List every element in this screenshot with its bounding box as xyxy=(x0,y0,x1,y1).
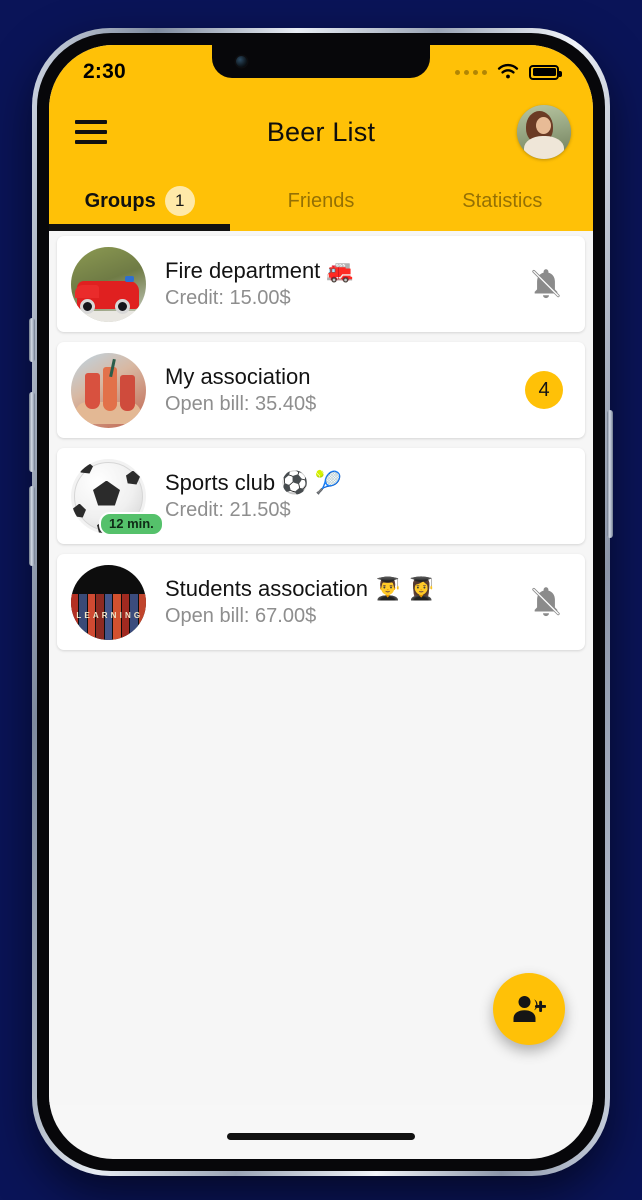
group-name: Sports club ⚽ 🎾 xyxy=(165,470,343,496)
tab-active-indicator xyxy=(49,224,231,231)
group-avatar-my-association xyxy=(71,352,146,428)
notch-left-ear xyxy=(194,45,210,61)
last-activity-badge: 12 min. xyxy=(99,511,164,536)
bell-off-icon[interactable] xyxy=(529,585,563,619)
status-bar-indicators xyxy=(455,63,562,81)
tab-statistics[interactable]: Statistics xyxy=(412,171,593,231)
tab-groups-badge: 1 xyxy=(164,186,195,216)
display-notch xyxy=(212,45,430,78)
group-subtitle: Credit: 15.00$ xyxy=(165,286,291,309)
notch-right-ear xyxy=(432,45,448,61)
list-item[interactable]: 12 min. Sports club ⚽ 🎾 Credit: 21.50$ xyxy=(57,448,585,544)
group-text: Fire department 🚒 Credit: 15.00$ xyxy=(165,258,529,310)
signal-dots-icon xyxy=(455,69,487,75)
group-avatar-sports-club: 12 min. xyxy=(71,458,164,536)
unread-count-badge: 4 xyxy=(525,371,563,409)
status-bar-clock: 2:30 xyxy=(83,60,126,83)
books-letters: LEARNING xyxy=(76,610,141,620)
tab-friends[interactable]: Friends xyxy=(230,171,411,231)
power-button[interactable] xyxy=(607,410,613,538)
page-title: Beer List xyxy=(266,116,376,147)
list-item[interactable]: My association Open bill: 35.40$ 4 xyxy=(57,342,585,438)
hamburger-menu-icon[interactable] xyxy=(71,111,113,153)
tab-groups[interactable]: Groups 1 xyxy=(49,171,231,231)
group-text: Students association 👨‍🎓 👩‍🎓 Open bill: … xyxy=(165,576,529,628)
list-item[interactable]: Fire department 🚒 Credit: 15.00$ xyxy=(57,236,585,332)
tab-friends-label: Friends xyxy=(287,189,355,212)
home-indicator[interactable] xyxy=(227,1133,415,1140)
phone-screen: 2:30 Beer List Groups 1 Friends Statisti… xyxy=(49,45,593,1159)
tab-bar: Groups 1 Friends Statistics xyxy=(49,171,593,231)
group-text: My association Open bill: 35.40$ xyxy=(165,364,525,416)
add-group-fab[interactable] xyxy=(493,973,565,1045)
tab-statistics-label: Statistics xyxy=(462,189,543,212)
wifi-icon xyxy=(497,63,519,79)
volume-down-button[interactable] xyxy=(29,486,35,566)
bell-off-icon[interactable] xyxy=(529,267,563,301)
group-list[interactable]: Fire department 🚒 Credit: 15.00$ My asso… xyxy=(49,231,593,1105)
group-subtitle: Open bill: 35.40$ xyxy=(165,392,317,415)
group-name: My association xyxy=(165,364,311,390)
add-person-icon xyxy=(513,996,546,1022)
scene: 2:30 Beer List Groups 1 Friends Statisti… xyxy=(0,0,642,1200)
front-camera-icon xyxy=(236,56,247,67)
group-subtitle: Open bill: 67.00$ xyxy=(165,604,317,627)
group-subtitle: Credit: 21.50$ xyxy=(165,498,291,521)
list-item[interactable]: LEARNING Students association 👨‍🎓 👩‍🎓 Op… xyxy=(57,554,585,650)
group-text: Sports club ⚽ 🎾 Credit: 21.50$ xyxy=(165,470,563,522)
battery-full-icon xyxy=(529,64,562,80)
group-name: Students association 👨‍🎓 👩‍🎓 xyxy=(165,576,436,602)
status-bar: 2:30 xyxy=(49,45,593,93)
app-bar: Beer List xyxy=(49,93,593,171)
group-avatar-fire-department xyxy=(71,246,146,322)
group-name: Fire department 🚒 xyxy=(165,258,354,284)
tab-groups-label: Groups xyxy=(84,189,156,212)
volume-up-button[interactable] xyxy=(29,392,35,472)
silent-switch-button[interactable] xyxy=(29,318,35,362)
user-profile-avatar[interactable] xyxy=(517,105,571,159)
group-avatar-students-association: LEARNING xyxy=(71,564,146,640)
